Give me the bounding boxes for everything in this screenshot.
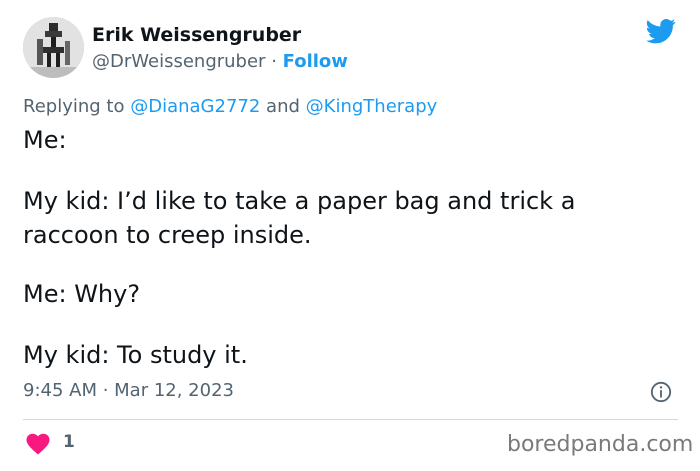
tweet-text-line: My kid: I’d like to take a paper bag and…: [23, 187, 576, 215]
tweet-text-line: My kid: To study it.: [23, 341, 248, 369]
twitter-bird-icon[interactable]: [644, 16, 678, 46]
tweet-timestamp[interactable]: 9:45 AM · Mar 12, 2023: [23, 380, 234, 401]
author-handle[interactable]: @DrWeissengruber: [92, 51, 265, 72]
follow-button[interactable]: Follow: [283, 51, 348, 72]
reply-prefix: Replying to: [23, 96, 125, 117]
avatar-image: [23, 17, 84, 78]
mention-link-1[interactable]: @DianaG2772: [130, 96, 260, 117]
like-count: 1: [63, 432, 75, 452]
tweet-text-line: raccoon to creep inside.: [23, 221, 312, 249]
heart-icon[interactable]: [26, 433, 50, 455]
tweet-text-line: Me: Why?: [23, 280, 141, 308]
reply-conjunction: and: [266, 96, 300, 117]
watermark: boredpanda.com: [507, 432, 694, 457]
mention-link-2[interactable]: @KingTherapy: [306, 96, 438, 117]
tweet-text-line: Me:: [23, 126, 67, 154]
divider: [23, 419, 678, 420]
author-handle-line: @DrWeissengruber · Follow: [92, 51, 348, 72]
avatar[interactable]: [23, 17, 84, 78]
separator-dot: ·: [271, 51, 277, 72]
info-icon[interactable]: [650, 381, 672, 403]
reply-context: Replying to @DianaG2772 and @KingTherapy: [23, 96, 437, 117]
author-name[interactable]: Erik Weissengruber: [92, 24, 301, 46]
